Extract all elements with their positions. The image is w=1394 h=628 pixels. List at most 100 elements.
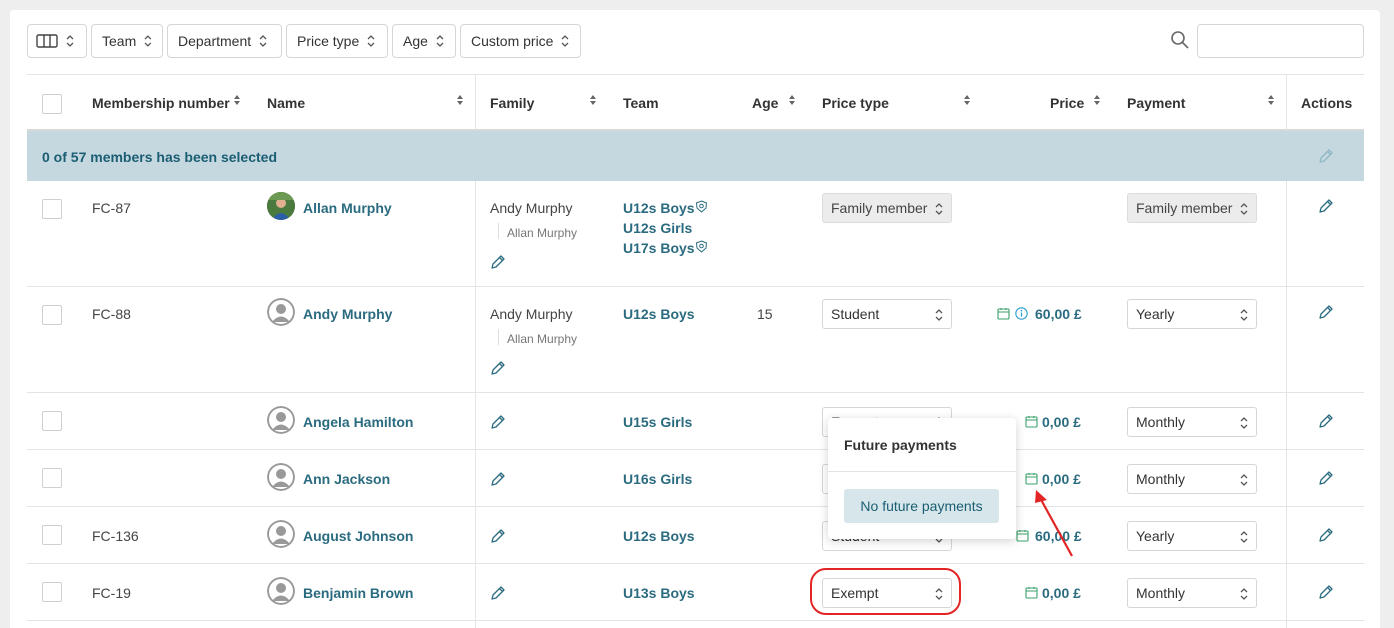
search-input[interactable] — [1197, 24, 1364, 58]
header-price[interactable]: Price — [1050, 95, 1084, 111]
edit-family-pencil-icon[interactable] — [490, 585, 506, 601]
columns-toggle-button[interactable] — [27, 24, 87, 58]
calendar-icon[interactable] — [1025, 586, 1038, 599]
edit-family-pencil-icon[interactable] — [490, 414, 506, 430]
select-all-checkbox[interactable] — [42, 94, 62, 114]
header-age[interactable]: Age — [752, 95, 778, 111]
header-family[interactable]: Family — [490, 95, 534, 111]
price-type-value: Student — [831, 306, 880, 322]
team-link[interactable]: U12s Boys — [623, 528, 695, 544]
price-type-select[interactable]: Family member — [822, 193, 952, 223]
custom-price-filter[interactable]: Custom price — [460, 24, 581, 58]
search-icon[interactable] — [1170, 30, 1190, 50]
sort-icon[interactable] — [589, 93, 597, 107]
payment-select[interactable]: Yearly — [1127, 521, 1257, 551]
popover-title: Future payments — [844, 437, 957, 453]
chevron-updown-icon — [144, 35, 152, 47]
price-type-filter[interactable]: Price type — [286, 24, 388, 58]
department-filter-label: Department — [178, 33, 252, 49]
payment-value: Yearly — [1136, 528, 1175, 544]
age-filter-label: Age — [403, 33, 428, 49]
chevron-updown-icon — [1240, 588, 1248, 600]
avatar — [267, 406, 295, 434]
edit-family-pencil-icon[interactable] — [490, 360, 506, 376]
popover-divider — [828, 471, 1016, 472]
team-link[interactable]: U13s Boys — [623, 585, 695, 601]
edit-member-pencil-icon[interactable] — [1318, 304, 1334, 320]
calendar-icon[interactable] — [1016, 529, 1029, 542]
member-name-link[interactable]: Angela Hamilton — [303, 414, 413, 430]
avatar — [267, 520, 295, 548]
row-checkbox[interactable] — [42, 411, 62, 431]
team-link[interactable]: U15s Girls — [623, 414, 692, 430]
member-name-link[interactable]: Allan Murphy — [303, 200, 392, 216]
edit-member-pencil-icon[interactable] — [1318, 584, 1334, 600]
edit-member-pencil-icon[interactable] — [1318, 527, 1334, 543]
edit-member-pencil-icon[interactable] — [1318, 413, 1334, 429]
sort-icon[interactable] — [963, 93, 971, 107]
member-name-link[interactable]: Benjamin Brown — [303, 585, 413, 601]
coach-badge-icon — [695, 240, 708, 253]
team-link[interactable]: U16s Girls — [623, 471, 692, 487]
payment-select[interactable]: Family member — [1127, 193, 1257, 223]
annotation-arrow-icon — [1035, 490, 1073, 557]
header-membership-number[interactable]: Membership number — [92, 95, 230, 111]
calendar-icon[interactable] — [997, 307, 1010, 320]
edit-family-pencil-icon[interactable] — [490, 528, 506, 544]
bulk-edit-pencil-icon[interactable] — [1318, 148, 1334, 164]
edit-member-pencil-icon[interactable] — [1318, 198, 1334, 214]
price-value: 0,00 £ — [1042, 414, 1081, 430]
calendar-icon[interactable] — [1025, 472, 1038, 485]
edit-member-pencil-icon[interactable] — [1318, 470, 1334, 486]
membership-number: FC-87 — [92, 200, 131, 216]
chevron-updown-icon — [1240, 203, 1248, 215]
chevron-updown-icon — [66, 35, 74, 47]
payment-select[interactable]: Monthly — [1127, 578, 1257, 608]
sort-icon[interactable] — [456, 93, 464, 107]
payment-select[interactable]: Yearly — [1127, 299, 1257, 329]
edit-family-pencil-icon[interactable] — [490, 254, 506, 270]
sort-icon[interactable] — [788, 93, 796, 107]
row-checkbox[interactable] — [42, 582, 62, 602]
row-checkbox[interactable] — [42, 525, 62, 545]
column-divider — [1286, 74, 1287, 130]
info-icon[interactable] — [1015, 307, 1028, 320]
sort-icon[interactable] — [1267, 93, 1275, 107]
row-checkbox[interactable] — [42, 305, 62, 325]
team-link[interactable]: U12s Boys — [623, 200, 695, 216]
payment-select[interactable]: Monthly — [1127, 407, 1257, 437]
header-name[interactable]: Name — [267, 95, 305, 111]
team-link[interactable]: U12s Girls — [623, 220, 692, 236]
member-name-link[interactable]: Andy Murphy — [303, 306, 392, 322]
family-indent-bar — [498, 223, 499, 239]
chevron-updown-icon — [562, 35, 569, 47]
payment-value: Monthly — [1136, 414, 1186, 430]
member-name-link[interactable]: Ann Jackson — [303, 471, 390, 487]
row-divider — [27, 286, 1364, 287]
row-divider — [27, 506, 1364, 507]
team-link[interactable]: U17s Boys — [623, 240, 695, 256]
avatar — [267, 463, 295, 491]
price-type-value: Family member — [831, 200, 928, 216]
membership-number: FC-19 — [92, 585, 131, 601]
header-payment[interactable]: Payment — [1127, 95, 1185, 111]
sort-icon[interactable] — [1093, 93, 1101, 107]
sort-icon[interactable] — [233, 93, 241, 107]
row-checkbox[interactable] — [42, 199, 62, 219]
price-type-select[interactable]: Student — [822, 299, 952, 329]
member-name-link[interactable]: August Johnson — [303, 528, 413, 544]
row-checkbox[interactable] — [42, 468, 62, 488]
age-filter[interactable]: Age — [392, 24, 456, 58]
team-link[interactable]: U12s Boys — [623, 306, 695, 322]
team-filter[interactable]: Team — [91, 24, 163, 58]
edit-family-pencil-icon[interactable] — [490, 471, 506, 487]
chevron-updown-icon — [935, 203, 943, 215]
no-future-payments-button[interactable]: No future payments — [844, 489, 999, 523]
membership-number: FC-136 — [92, 528, 139, 544]
department-filter[interactable]: Department — [167, 24, 282, 58]
selection-status: 0 of 57 members has been selected — [42, 149, 277, 165]
chevron-updown-icon — [1240, 531, 1248, 543]
header-price-type[interactable]: Price type — [822, 95, 889, 111]
calendar-icon[interactable] — [1025, 415, 1038, 428]
payment-select[interactable]: Monthly — [1127, 464, 1257, 494]
